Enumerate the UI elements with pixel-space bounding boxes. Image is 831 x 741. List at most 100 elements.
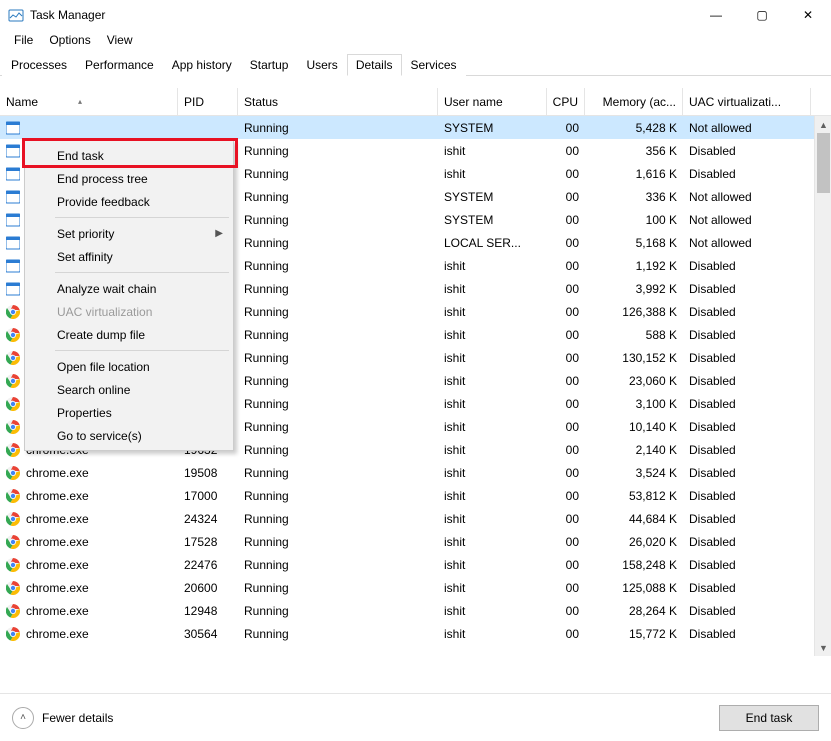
col-header-memory[interactable]: Memory (ac... (585, 88, 683, 115)
context-menu-analyze-wait-chain[interactable]: Analyze wait chain (27, 277, 231, 300)
context-menu-open-file-location[interactable]: Open file location (27, 355, 231, 378)
process-user: LOCAL SER... (438, 231, 547, 254)
window-icon (6, 167, 20, 181)
context-menu-item-label: Search online (57, 383, 130, 397)
chrome-icon (6, 627, 20, 641)
table-row[interactable]: chrome.exe24324Runningishit0044,684 KDis… (0, 507, 831, 530)
context-menu-properties[interactable]: Properties (27, 401, 231, 424)
maximize-button[interactable]: ▢ (739, 0, 785, 30)
table-row[interactable]: chrome.exe12948Runningishit0028,264 KDis… (0, 599, 831, 622)
tab-details[interactable]: Details (347, 54, 402, 76)
process-memory: 125,088 K (585, 576, 683, 599)
scroll-up-arrow-icon[interactable]: ▲ (815, 116, 831, 133)
process-memory: 2,140 K (585, 438, 683, 461)
context-menu-set-affinity[interactable]: Set affinity (27, 245, 231, 268)
col-header-cpu[interactable]: CPU (547, 88, 585, 115)
process-uac: Disabled (683, 438, 811, 461)
scroll-down-arrow-icon[interactable]: ▼ (815, 639, 831, 656)
process-cpu: 00 (547, 208, 585, 231)
process-name: chrome.exe (26, 604, 89, 618)
table-row[interactable]: RunningSYSTEM005,428 KNot allowed (0, 116, 831, 139)
context-menu-item-label: Open file location (57, 360, 150, 374)
process-cpu: 00 (547, 507, 585, 530)
table-row[interactable]: chrome.exe20600Runningishit00125,088 KDi… (0, 576, 831, 599)
context-menu-search-online[interactable]: Search online (27, 378, 231, 401)
window-icon (6, 282, 20, 296)
table-row[interactable]: chrome.exe17528Runningishit0026,020 KDis… (0, 530, 831, 553)
context-menu-item-label: Create dump file (57, 328, 145, 342)
context-menu-end-task[interactable]: End task (27, 144, 231, 167)
col-header-name[interactable]: Name▴ (0, 88, 178, 115)
window-icon (6, 121, 20, 135)
context-menu-item-label: UAC virtualization (57, 305, 152, 319)
col-header-user[interactable]: User name (438, 88, 547, 115)
process-user: ishit (438, 139, 547, 162)
table-row[interactable]: chrome.exe22476Runningishit00158,248 KDi… (0, 553, 831, 576)
process-pid: 30564 (178, 622, 238, 645)
process-cpu: 00 (547, 484, 585, 507)
fewer-details-toggle[interactable]: ˄ Fewer details (12, 707, 113, 729)
chrome-icon (6, 328, 20, 342)
process-cpu: 00 (547, 300, 585, 323)
tab-processes[interactable]: Processes (2, 54, 76, 76)
menu-view[interactable]: View (99, 31, 141, 49)
table-row[interactable]: chrome.exe30564Runningishit0015,772 KDis… (0, 622, 831, 645)
tab-services[interactable]: Services (402, 54, 466, 76)
process-user: ishit (438, 484, 547, 507)
process-cpu: 00 (547, 346, 585, 369)
process-user: SYSTEM (438, 185, 547, 208)
menu-options[interactable]: Options (41, 31, 98, 49)
process-uac: Not allowed (683, 231, 811, 254)
process-cpu: 00 (547, 576, 585, 599)
col-header-pid[interactable]: PID (178, 88, 238, 115)
scroll-thumb[interactable] (817, 133, 830, 193)
minimize-button[interactable]: — (693, 0, 739, 30)
tab-startup[interactable]: Startup (241, 54, 298, 76)
process-memory: 28,264 K (585, 599, 683, 622)
process-memory: 588 K (585, 323, 683, 346)
process-memory: 10,140 K (585, 415, 683, 438)
chrome-icon (6, 581, 20, 595)
context-menu-set-priority[interactable]: Set priority▶ (27, 222, 231, 245)
vertical-scrollbar[interactable]: ▲ ▼ (814, 116, 831, 656)
context-menu-item-label: Go to service(s) (57, 429, 142, 443)
table-row[interactable]: chrome.exe19508Runningishit003,524 KDisa… (0, 461, 831, 484)
end-task-button[interactable]: End task (719, 705, 819, 731)
tab-performance[interactable]: Performance (76, 54, 163, 76)
process-memory: 356 K (585, 139, 683, 162)
process-status: Running (238, 438, 438, 461)
process-user: ishit (438, 323, 547, 346)
context-menu-end-process-tree[interactable]: End process tree (27, 167, 231, 190)
process-uac: Disabled (683, 346, 811, 369)
sort-ascending-icon: ▴ (78, 97, 82, 106)
chrome-icon (6, 351, 20, 365)
process-status: Running (238, 185, 438, 208)
process-status: Running (238, 530, 438, 553)
tab-app-history[interactable]: App history (163, 54, 241, 76)
chrome-icon (6, 305, 20, 319)
col-header-uac[interactable]: UAC virtualizati... (683, 88, 811, 115)
close-button[interactable]: ✕ (785, 0, 831, 30)
context-menu-item-label: End process tree (57, 172, 148, 186)
process-uac: Disabled (683, 622, 811, 645)
process-pid: 12948 (178, 599, 238, 622)
window-icon (6, 190, 20, 204)
process-pid (178, 116, 238, 139)
process-cpu: 00 (547, 116, 585, 139)
menu-file[interactable]: File (6, 31, 41, 49)
process-user: ishit (438, 576, 547, 599)
col-header-status[interactable]: Status (238, 88, 438, 115)
process-pid: 20600 (178, 576, 238, 599)
tab-users[interactable]: Users (297, 54, 346, 76)
context-menu-provide-feedback[interactable]: Provide feedback (27, 190, 231, 213)
chrome-icon (6, 443, 20, 457)
context-menu-create-dump-file[interactable]: Create dump file (27, 323, 231, 346)
context-menu-go-to-service-s[interactable]: Go to service(s) (27, 424, 231, 447)
process-uac: Disabled (683, 415, 811, 438)
table-row[interactable]: chrome.exe17000Runningishit0053,812 KDis… (0, 484, 831, 507)
chrome-icon (6, 374, 20, 388)
context-menu-item-label: End task (57, 149, 104, 163)
process-memory: 15,772 K (585, 622, 683, 645)
process-memory: 44,684 K (585, 507, 683, 530)
process-user: ishit (438, 530, 547, 553)
